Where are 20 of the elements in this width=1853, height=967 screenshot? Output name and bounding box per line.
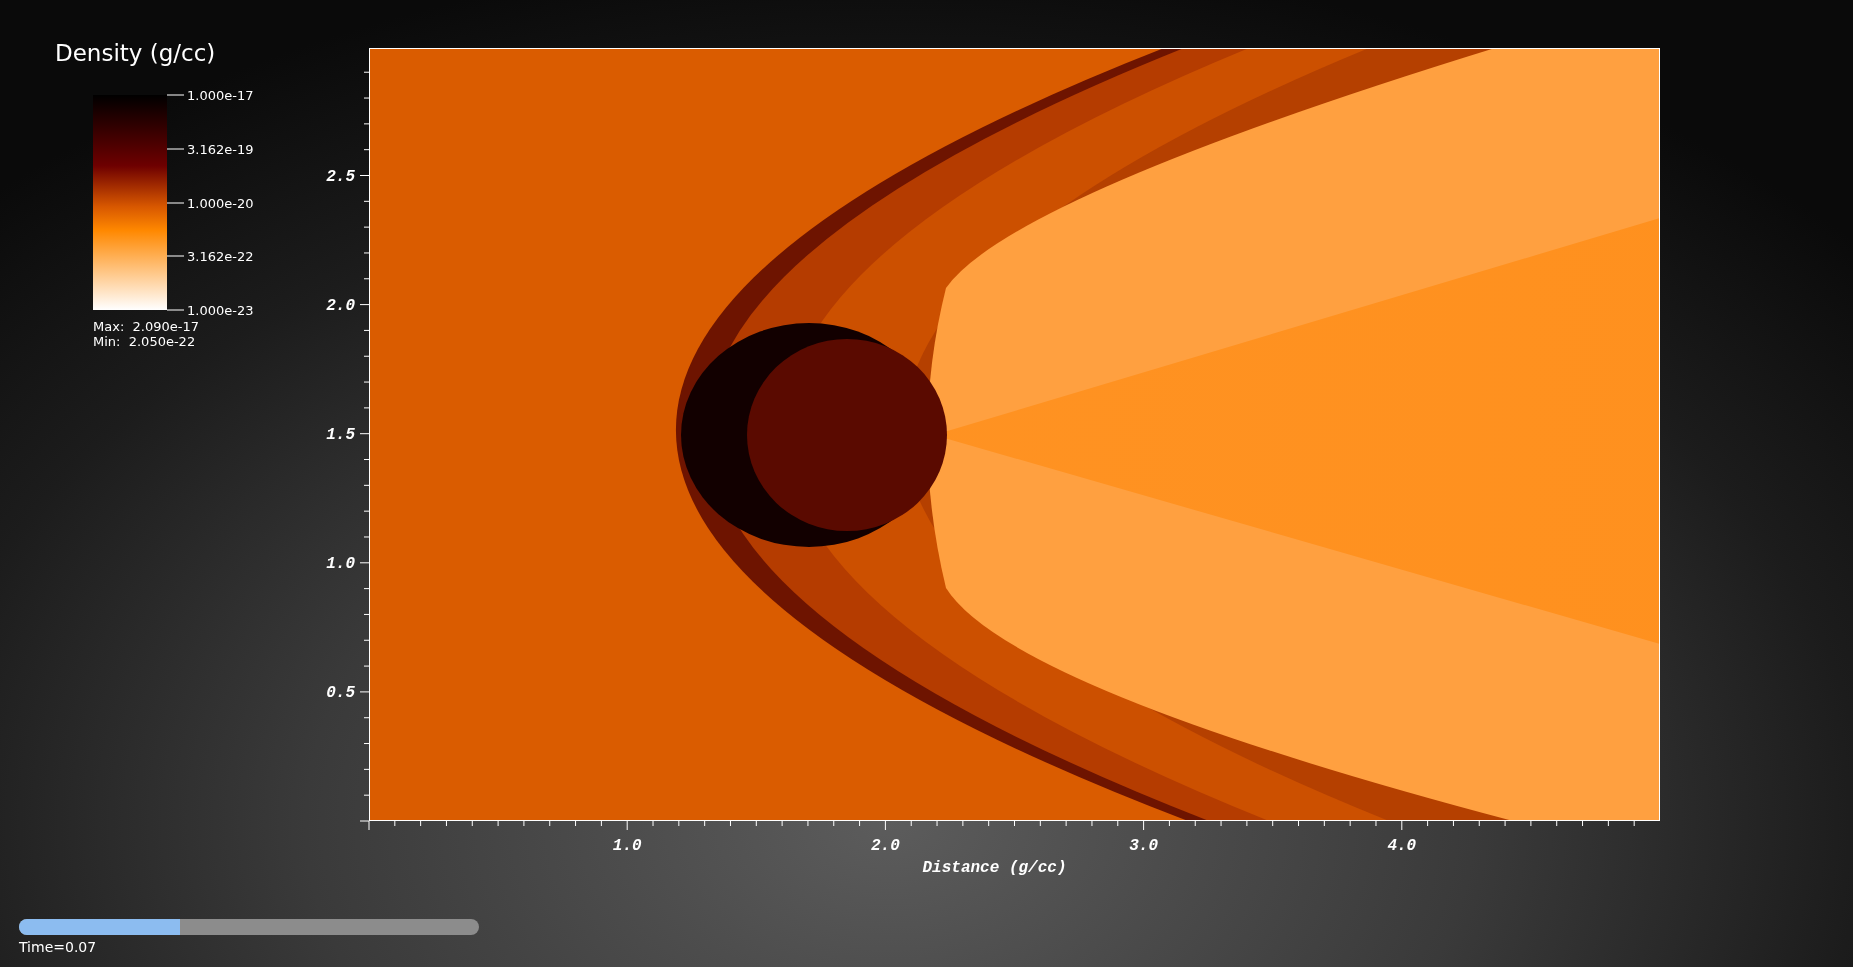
time-label: Time=0.07	[19, 939, 98, 955]
legend-title: Density (g/cc)	[55, 39, 217, 68]
y-tick-label: 2.5	[326, 167, 355, 186]
x-tick-label: 2.0	[871, 837, 900, 855]
x-tick-label: 4.0	[1387, 837, 1417, 855]
y-tick-label: 0.5	[326, 683, 355, 702]
x-axis-title: Distance (g/cc)	[922, 859, 1067, 877]
colorbar-tick-label: 1.000e-17	[187, 87, 254, 103]
y-tick-label: 2.0	[326, 296, 355, 315]
y-tick-label: 1.5	[326, 425, 355, 444]
colorbar-tick-label: 3.162e-19	[187, 141, 254, 157]
max-value-label: Max: 2.090e-17	[93, 319, 200, 334]
min-value-label: Min: 2.050e-22	[93, 334, 197, 349]
x-tick-label: 1.0	[612, 837, 642, 855]
colorbar-tick-label: 3.162e-22	[187, 248, 254, 264]
colorbar-tick-label: 1.000e-23	[187, 302, 254, 318]
y-tick-label: 1.0	[326, 554, 355, 573]
colorbar-tick-label: 1.000e-20	[187, 195, 254, 210]
time-slider[interactable]	[19, 919, 479, 935]
x-tick-label: 3.0	[1129, 837, 1158, 855]
